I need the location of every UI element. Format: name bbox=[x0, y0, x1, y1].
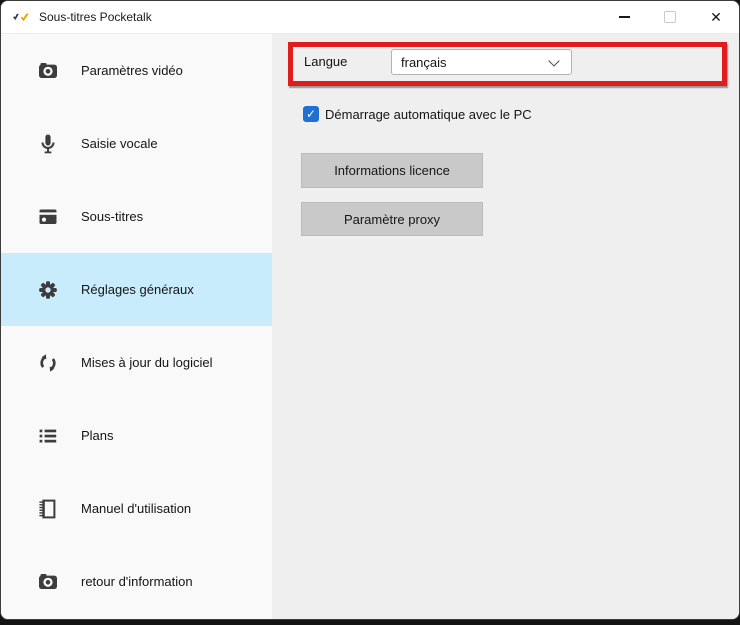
license-info-button[interactable]: Informations licence bbox=[301, 153, 483, 188]
maximize-icon bbox=[664, 11, 676, 23]
software-update-icon bbox=[37, 352, 59, 374]
sidebar-item-label: retour d'information bbox=[81, 574, 193, 589]
sidebar-item-manuel[interactable]: Manuel d'utilisation bbox=[1, 472, 272, 545]
maximize-button[interactable] bbox=[647, 1, 693, 33]
microphone-icon bbox=[37, 133, 59, 155]
sidebar-item-parametres-video[interactable]: Paramètres vidéo bbox=[1, 34, 272, 107]
feedback-camera-icon bbox=[37, 571, 59, 593]
language-label: Langue bbox=[304, 54, 348, 69]
sidebar: Paramètres vidéo Saisie vocale Sous-titr… bbox=[1, 34, 272, 619]
subtitles-icon bbox=[37, 206, 59, 228]
autostart-label: Démarrage automatique avec le PC bbox=[325, 106, 532, 122]
minimize-button[interactable] bbox=[601, 1, 647, 33]
sidebar-item-mises-a-jour[interactable]: Mises à jour du logiciel bbox=[1, 326, 272, 399]
sidebar-item-retour-information[interactable]: retour d'information bbox=[1, 545, 272, 618]
sidebar-item-reglages-generaux[interactable]: Réglages généraux bbox=[1, 253, 272, 326]
window-title: Sous-titres Pocketalk bbox=[39, 10, 152, 24]
manual-book-icon bbox=[37, 498, 59, 520]
minimize-icon bbox=[618, 16, 630, 18]
title-bar: Sous-titres Pocketalk ✕ bbox=[1, 1, 739, 34]
app-window: Sous-titres Pocketalk ✕ Paramètres vidéo bbox=[0, 0, 740, 620]
autostart-checkbox[interactable]: ✓ bbox=[303, 106, 319, 122]
chevron-down-icon bbox=[548, 55, 560, 67]
pocketalk-logo-icon bbox=[12, 12, 30, 23]
language-select[interactable]: français bbox=[391, 49, 572, 75]
window-controls: ✕ bbox=[601, 1, 739, 33]
sidebar-item-plans[interactable]: Plans bbox=[1, 399, 272, 472]
sidebar-item-label: Plans bbox=[81, 428, 114, 443]
sidebar-item-label: Réglages généraux bbox=[81, 282, 194, 297]
sidebar-item-label: Mises à jour du logiciel bbox=[81, 355, 213, 370]
autostart-row[interactable]: ✓ Démarrage automatique avec le PC bbox=[303, 106, 532, 122]
gear-icon bbox=[37, 279, 59, 301]
close-button[interactable]: ✕ bbox=[693, 1, 739, 33]
settings-panel: Langue français ✓ Démarrage automatique … bbox=[272, 34, 739, 619]
checkmark-icon: ✓ bbox=[305, 107, 317, 121]
list-icon bbox=[37, 425, 59, 447]
sidebar-item-sous-titres[interactable]: Sous-titres bbox=[1, 180, 272, 253]
proxy-settings-button[interactable]: Paramètre proxy bbox=[301, 202, 483, 236]
sidebar-item-saisie-vocale[interactable]: Saisie vocale bbox=[1, 107, 272, 180]
language-select-value: français bbox=[401, 54, 447, 70]
camera-icon bbox=[37, 60, 59, 82]
sidebar-item-label: Paramètres vidéo bbox=[81, 63, 183, 78]
sidebar-item-label: Manuel d'utilisation bbox=[81, 501, 192, 516]
close-icon: ✕ bbox=[710, 8, 722, 25]
sidebar-item-label: Saisie vocale bbox=[81, 136, 158, 151]
sidebar-item-label: Sous-titres bbox=[81, 209, 144, 224]
